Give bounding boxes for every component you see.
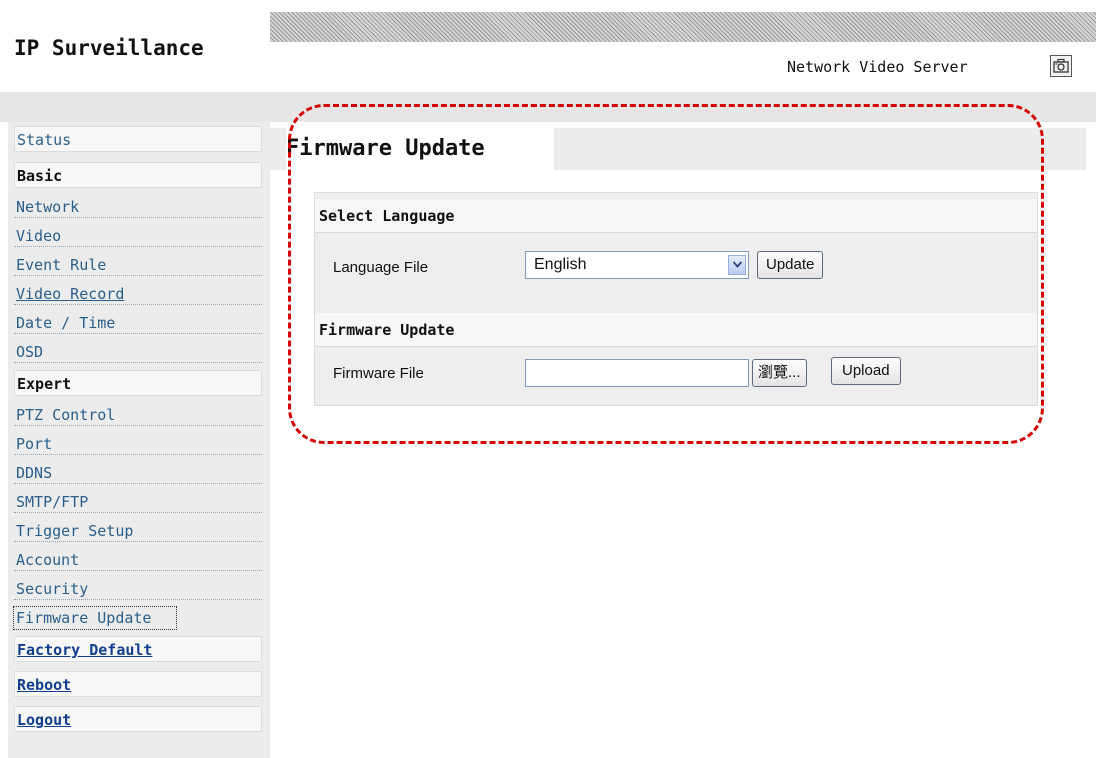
- sidebar-item-date-time[interactable]: Date / Time: [14, 312, 262, 334]
- update-language-button[interactable]: Update: [757, 251, 824, 279]
- sidebar-item-account[interactable]: Account: [14, 549, 262, 571]
- sidebar-item-status[interactable]: Status: [14, 126, 262, 152]
- sidebar-item-port[interactable]: Port: [14, 433, 262, 455]
- sidebar-item-network[interactable]: Network: [14, 196, 262, 218]
- factory-default-link[interactable]: Factory Default: [14, 636, 262, 662]
- sidebar-item-video[interactable]: Video: [14, 225, 262, 247]
- page-title: Firmware Update: [286, 128, 554, 170]
- sidebar-item-ptz-control[interactable]: PTZ Control: [14, 404, 262, 426]
- firmware-file-input[interactable]: [525, 359, 749, 387]
- sidebar-item-ddns[interactable]: DDNS: [14, 462, 262, 484]
- firmware-file-label: Firmware File: [333, 365, 424, 382]
- sidebar-section-expert: Expert: [14, 370, 262, 396]
- header-hatch-band: [270, 12, 1096, 42]
- sidebar-item-smtp-ftp[interactable]: SMTP/FTP: [14, 491, 262, 513]
- upload-button[interactable]: Upload: [831, 357, 901, 385]
- sidebar-item-security[interactable]: Security: [14, 578, 262, 600]
- language-select-value: English: [534, 256, 587, 273]
- sidebar-item-firmware-update[interactable]: Firmware Update: [13, 606, 177, 630]
- sidebar: Status Basic Network Video Event Rule Vi…: [8, 122, 270, 758]
- sidebar-item-trigger-setup[interactable]: Trigger Setup: [14, 520, 262, 542]
- sidebar-item-event-rule[interactable]: Event Rule: [14, 254, 262, 276]
- camera-snapshot-icon[interactable]: [1050, 55, 1072, 77]
- firmware-update-section-title: Firmware Update: [315, 313, 1037, 347]
- reboot-link[interactable]: Reboot: [14, 671, 262, 697]
- sidebar-item-osd[interactable]: OSD: [14, 341, 262, 363]
- logout-link[interactable]: Logout: [14, 706, 262, 732]
- app-title: IP Surveillance: [14, 36, 204, 60]
- device-title: Network Video Server: [787, 58, 968, 76]
- language-select[interactable]: English: [525, 251, 749, 279]
- sidebar-item-video-record[interactable]: Video Record: [14, 283, 262, 305]
- select-language-section-title: Select Language: [315, 199, 1037, 233]
- header-divider-bar: [0, 92, 1096, 122]
- settings-panel: Select Language Language File English Up…: [314, 192, 1038, 406]
- chevron-down-icon[interactable]: [728, 255, 746, 275]
- sidebar-section-basic: Basic: [14, 162, 262, 188]
- browse-button[interactable]: 瀏覽...: [752, 359, 807, 387]
- language-file-label: Language File: [333, 259, 429, 276]
